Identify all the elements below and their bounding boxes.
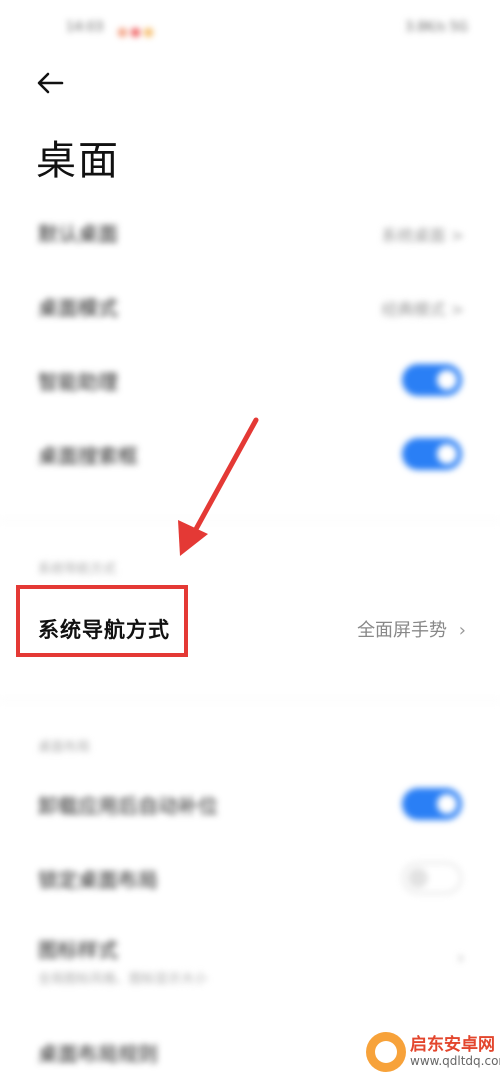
setting-icon-style[interactable]: 图标样式 全局图标风格、图标显示大小 › <box>0 930 500 990</box>
setting-label: 卸载应用后自动补位 <box>38 794 218 818</box>
setting-value: 系统桌面 > <box>381 226 465 245</box>
setting-label: 图标样式 <box>38 938 118 962</box>
setting-label: 桌面模式 <box>38 296 118 320</box>
setting-auto-fill: 卸载应用后自动补位 <box>0 784 500 824</box>
setting-label: 锁定桌面布局 <box>38 868 158 892</box>
navigation-mode-value: 全面屏手势 <box>357 620 448 641</box>
setting-desktop-search: 桌面搜索框 <box>0 434 500 474</box>
watermark-url: www.qdltdq.com <box>410 1054 500 1068</box>
back-arrow-icon[interactable] <box>34 66 68 100</box>
section-header-nav: 系统导航方式 <box>38 562 117 577</box>
setting-default-desktop[interactable]: 默认桌面 系统桌面 > <box>0 212 500 252</box>
status-time: 14:03 <box>66 20 104 35</box>
setting-smart-assistant: 智能助理 <box>0 360 500 400</box>
status-indicators: 3.8K/s 5G <box>405 20 468 35</box>
watermark-logo-icon <box>366 1032 406 1072</box>
setting-label: 桌面布局规则 <box>38 1042 158 1066</box>
setting-label: 桌面搜索框 <box>38 444 138 468</box>
system-navigation-value[interactable]: 全面屏手势 › <box>357 616 466 642</box>
smart-assistant-toggle[interactable] <box>402 364 462 396</box>
setting-label: 默认桌面 <box>38 222 118 246</box>
setting-lock-layout: 锁定桌面布局 <box>0 858 500 898</box>
divider <box>0 520 500 521</box>
page-title: 桌面 <box>36 138 120 184</box>
desktop-search-toggle[interactable] <box>402 438 462 470</box>
chevron-right-icon: › <box>457 948 464 967</box>
chevron-right-icon: › <box>458 620 466 641</box>
setting-value: 经典模式 > <box>381 300 465 319</box>
watermark-name: 启东安卓网 <box>410 1035 495 1055</box>
setting-label: 智能助理 <box>38 370 118 394</box>
auto-fill-toggle[interactable] <box>402 788 462 820</box>
watermark: 启东安卓网 www.qdltdq.com <box>366 1026 500 1078</box>
lock-layout-toggle[interactable] <box>402 862 462 894</box>
highlight-box <box>16 585 188 657</box>
setting-desktop-mode[interactable]: 桌面模式 经典模式 > <box>0 286 500 326</box>
divider <box>0 700 500 701</box>
section-header-layout: 桌面布局 <box>38 740 91 755</box>
status-bar: 14:03 3.8K/s 5G <box>0 0 500 60</box>
notification-icons <box>118 22 157 41</box>
setting-sublabel: 全局图标风格、图标显示大小 <box>38 972 208 987</box>
